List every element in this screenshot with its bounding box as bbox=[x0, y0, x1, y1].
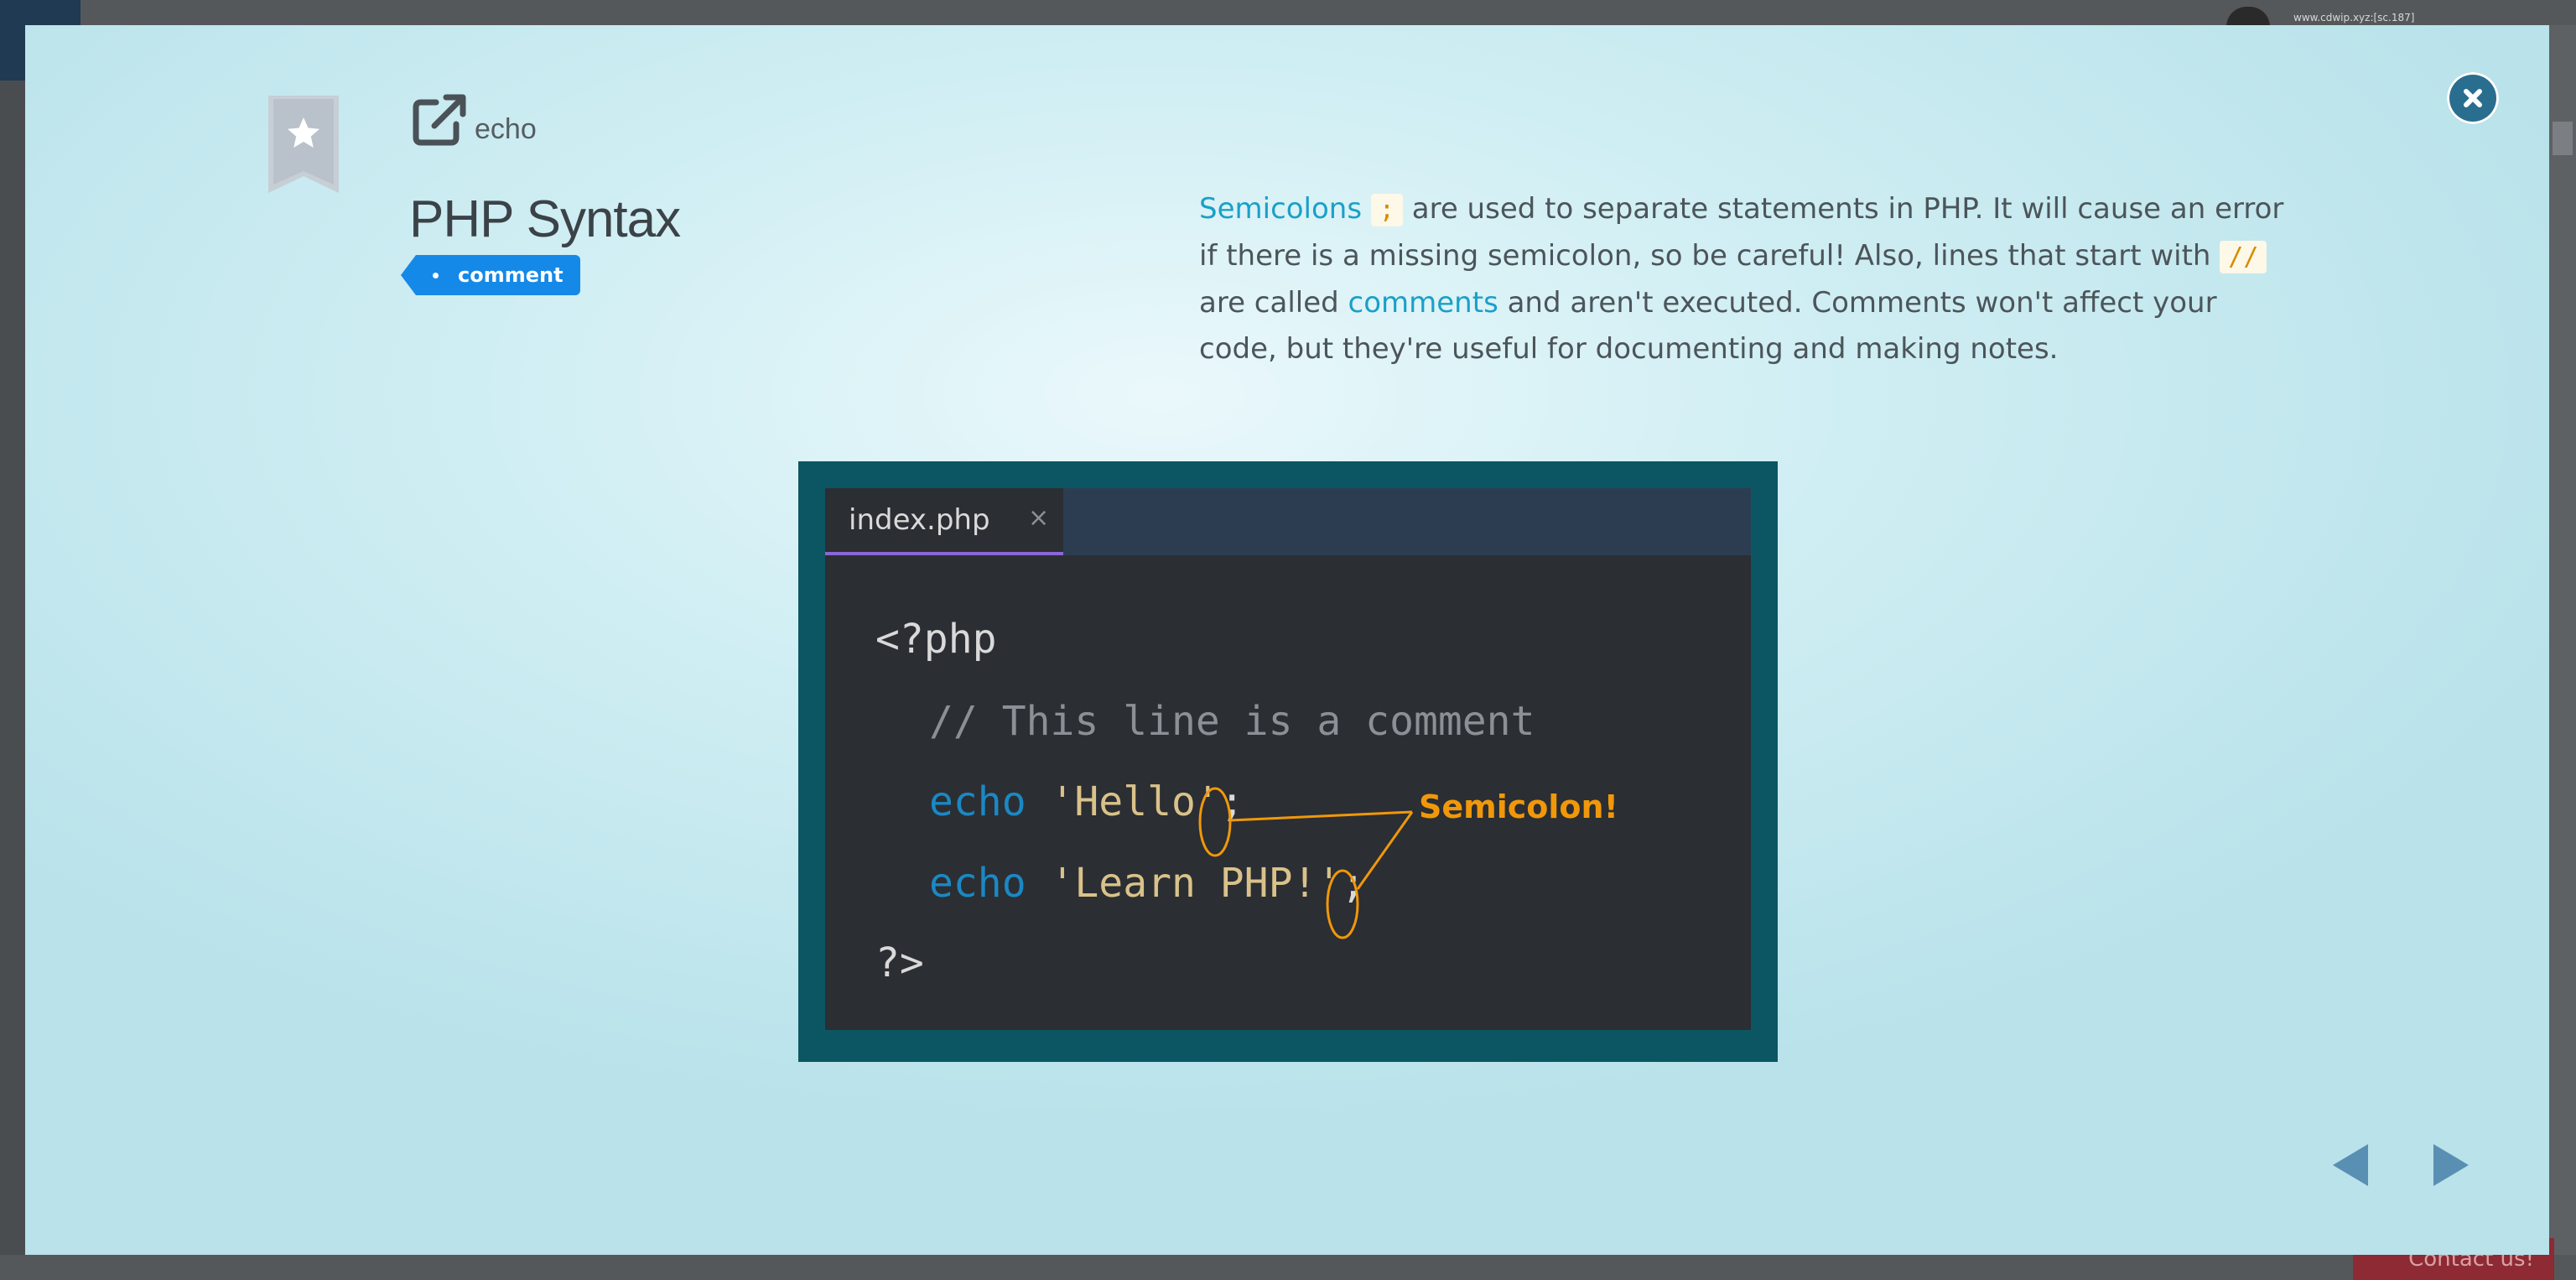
category-row: echo bbox=[411, 92, 537, 148]
external-link-icon[interactable] bbox=[411, 92, 468, 148]
close-icon bbox=[2464, 89, 2482, 107]
background-url-text: www.cdwip.xyz:[sc.187] bbox=[2293, 12, 2415, 23]
background-scrollbar[interactable] bbox=[2549, 25, 2576, 1255]
background-bottom-bar bbox=[0, 1255, 2576, 1280]
close-button[interactable] bbox=[2447, 72, 2499, 124]
triangle-left-icon bbox=[2333, 1144, 2368, 1186]
lesson-modal: echo PHP Syntax comment Semicolons ; are… bbox=[25, 25, 2549, 1255]
comment-tag[interactable]: comment bbox=[401, 255, 580, 295]
semicolons-link[interactable]: Semicolons bbox=[1199, 192, 1362, 226]
semicolon-callout-lines bbox=[1198, 787, 1414, 939]
code-editor: index.php × <?php // This line is a comm… bbox=[825, 488, 1751, 1030]
semicolon-code: ; bbox=[1370, 194, 1403, 226]
tag-dot-icon bbox=[433, 273, 439, 278]
lesson-title: PHP Syntax bbox=[409, 190, 681, 248]
description-text-1: are used to separate statements in PHP. … bbox=[1199, 192, 2284, 273]
background-scrollbar-thumb[interactable] bbox=[2553, 122, 2573, 155]
comment-slashes-code: // bbox=[2220, 241, 2267, 273]
semicolon-callout-label: Semicolon! bbox=[1419, 788, 1618, 825]
comments-link[interactable]: comments bbox=[1348, 286, 1498, 320]
tag-label: comment bbox=[458, 263, 564, 287]
previous-button[interactable] bbox=[2329, 1142, 2371, 1188]
background-top-bar bbox=[0, 0, 2576, 25]
category-label[interactable]: echo bbox=[475, 113, 537, 146]
code-illustration: index.php × <?php // This line is a comm… bbox=[798, 461, 1778, 1062]
bookmark-star-icon[interactable] bbox=[268, 96, 339, 193]
description-text-2: are called bbox=[1199, 286, 1348, 320]
triangle-right-icon bbox=[2433, 1144, 2469, 1186]
next-button[interactable] bbox=[2430, 1142, 2472, 1188]
lesson-description: Semicolons ; are used to separate statem… bbox=[1199, 186, 2289, 372]
